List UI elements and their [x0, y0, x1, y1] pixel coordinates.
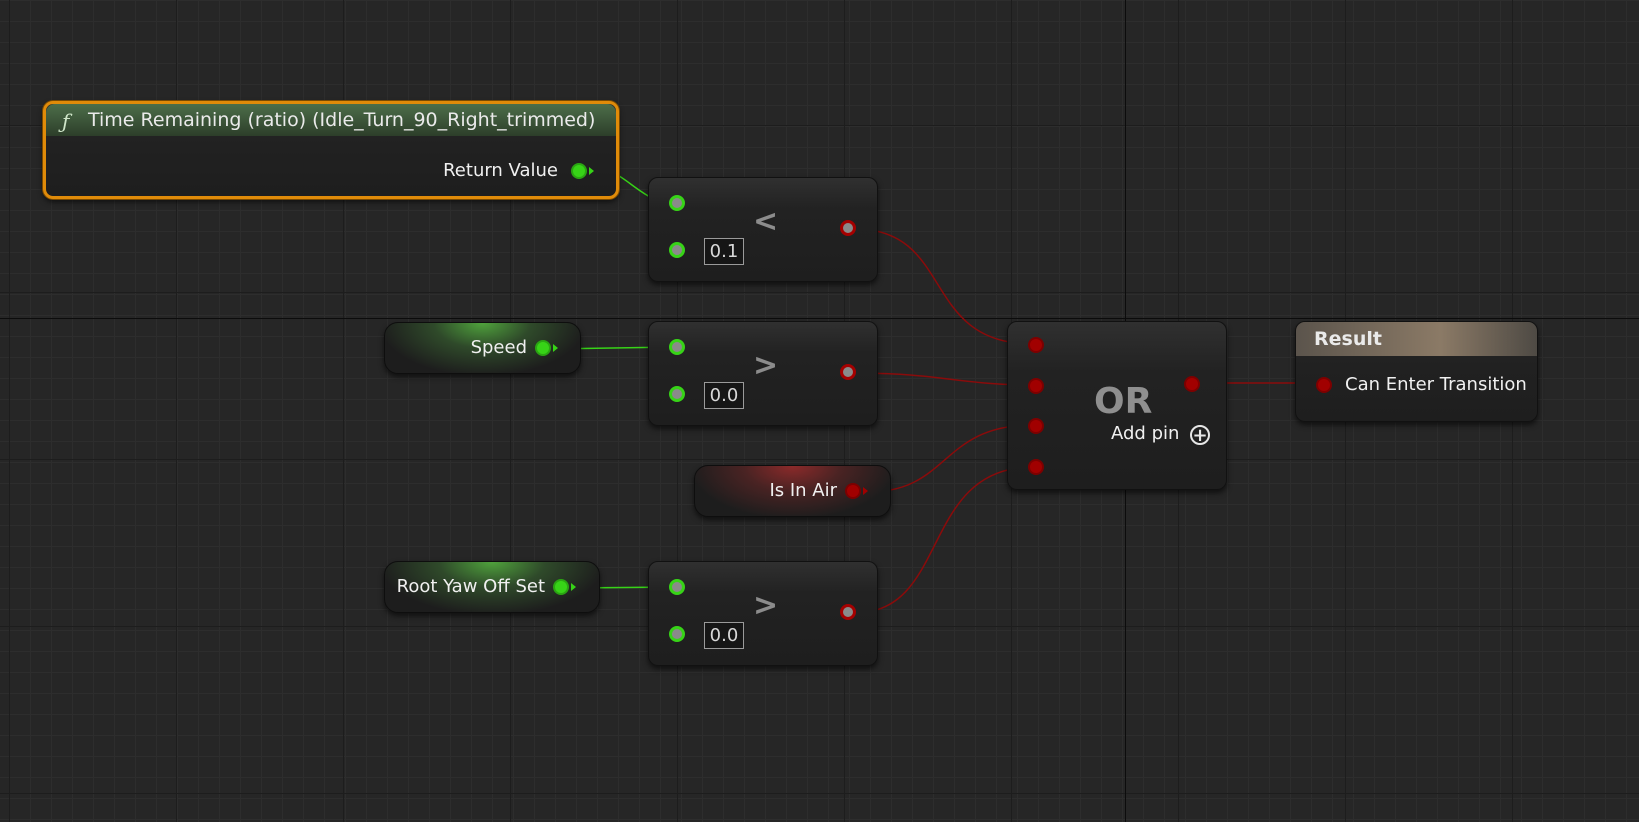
or-label: OR	[1094, 381, 1153, 422]
or-node[interactable]: OR Add pin +	[1007, 321, 1227, 490]
root-yaw-output-pin[interactable]	[553, 579, 569, 595]
root-yaw-variable-node[interactable]: Root Yaw Off Set	[384, 561, 600, 613]
return-value-label: Return Value	[443, 160, 558, 181]
grid-axis-horizontal	[0, 318, 1639, 319]
or-output-pin[interactable]	[1184, 376, 1200, 392]
or-input-3-pin[interactable]	[1028, 418, 1044, 434]
or-input-4-pin[interactable]	[1028, 459, 1044, 475]
greater-speed-input-a-pin[interactable]	[669, 339, 685, 355]
pin-arrow-icon	[863, 487, 868, 495]
is-in-air-variable-node[interactable]: Is In Air	[694, 465, 891, 517]
result-title-bar: Result	[1296, 322, 1537, 356]
greater-yaw-output-pin[interactable]	[840, 604, 856, 620]
is-in-air-label: Is In Air	[769, 480, 837, 501]
greater-yaw-threshold-input[interactable]: 0.0	[704, 622, 744, 649]
greater-speed-operator: >	[753, 348, 779, 383]
pin-arrow-icon	[589, 167, 594, 175]
speed-variable-node[interactable]: Speed	[384, 322, 581, 374]
greater-speed-node[interactable]: 0.0 >	[648, 321, 878, 426]
return-value-output-pin[interactable]	[571, 163, 587, 179]
add-pin-label[interactable]: Add pin	[1111, 423, 1179, 444]
pin-arrow-icon	[571, 583, 576, 591]
time-remaining-node[interactable]: ƒ Time Remaining (ratio) (Idle_Turn_90_R…	[43, 101, 619, 199]
greater-yaw-operator: >	[753, 588, 779, 623]
greater-yaw-input-a-pin[interactable]	[669, 579, 685, 595]
greater-yaw-node[interactable]: 0.0 >	[648, 561, 878, 666]
greater-speed-output-pin[interactable]	[840, 364, 856, 380]
node-title-bar: ƒ Time Remaining (ratio) (Idle_Turn_90_R…	[46, 104, 616, 136]
is-in-air-output-pin[interactable]	[845, 483, 861, 499]
function-icon: ƒ	[62, 109, 70, 133]
result-title: Result	[1314, 328, 1382, 350]
less-input-b-pin[interactable]	[669, 242, 685, 258]
less-operator: <	[753, 204, 779, 239]
greater-speed-threshold-input[interactable]: 0.0	[704, 382, 744, 409]
less-input-a-pin[interactable]	[669, 195, 685, 211]
plus-circle-icon[interactable]: +	[1190, 425, 1210, 445]
can-enter-transition-input-pin[interactable]	[1316, 377, 1332, 393]
root-yaw-label: Root Yaw Off Set	[396, 576, 545, 597]
greater-speed-input-b-pin[interactable]	[669, 386, 685, 402]
greater-yaw-input-b-pin[interactable]	[669, 626, 685, 642]
wire-less-to-or[interactable]	[854, 228, 1034, 345]
or-input-2-pin[interactable]	[1028, 378, 1044, 394]
or-input-1-pin[interactable]	[1028, 337, 1044, 353]
less-than-node[interactable]: 0.1 <	[648, 177, 878, 282]
node-title: Time Remaining (ratio) (Idle_Turn_90_Rig…	[88, 109, 596, 131]
speed-label: Speed	[470, 337, 527, 358]
less-output-pin[interactable]	[840, 220, 856, 236]
result-node[interactable]: Result Can Enter Transition	[1295, 321, 1538, 422]
can-enter-transition-label: Can Enter Transition	[1345, 374, 1527, 395]
speed-output-pin[interactable]	[535, 340, 551, 356]
pin-arrow-icon	[553, 344, 558, 352]
less-threshold-input[interactable]: 0.1	[704, 238, 744, 265]
